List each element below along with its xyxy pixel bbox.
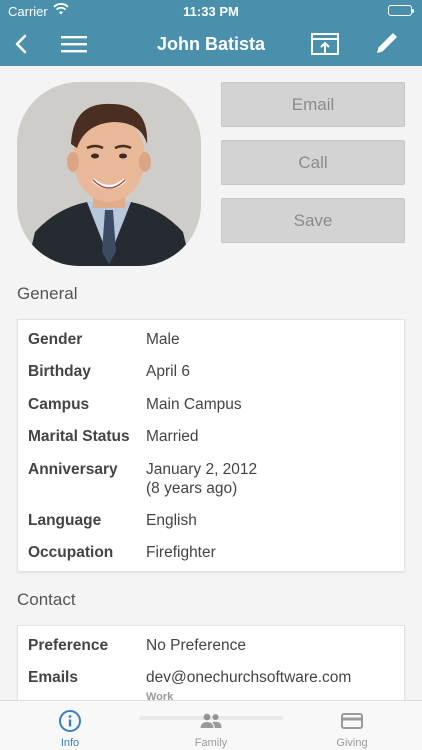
anniversary-label: Anniversary	[28, 461, 118, 478]
share-icon[interactable]	[310, 30, 339, 58]
battery-icon	[388, 5, 414, 16]
preference-value: No Preference	[146, 637, 246, 654]
edit-pencil-icon[interactable]	[372, 30, 400, 58]
call-button[interactable]: Call	[221, 140, 405, 185]
campus-value: Main Campus	[146, 396, 242, 413]
tab-giving[interactable]: Giving	[282, 701, 422, 750]
save-button[interactable]: Save	[221, 198, 405, 243]
anniversary-value: January 2, 2012	[146, 461, 258, 478]
gender-value: Male	[146, 331, 180, 348]
info-icon	[58, 709, 82, 733]
status-bar: Carrier 11:33 PM	[0, 0, 422, 22]
gender-label: Gender	[28, 331, 83, 348]
emails-label: Emails	[28, 669, 78, 686]
birthday-label: Birthday	[28, 363, 91, 380]
language-value: English	[146, 512, 197, 529]
tab-info[interactable]: Info	[0, 701, 140, 750]
navigation-bar: Carrier 11:33 PM John Batista	[0, 0, 422, 66]
contact-actions: Email Call Save	[221, 82, 405, 256]
occupation-label: Occupation	[28, 544, 114, 561]
anniversary-years-ago: (8 years ago)	[146, 480, 238, 497]
page-title: John Batista	[156, 34, 266, 54]
status-time: 11:33 PM	[183, 4, 239, 19]
campus-label: Campus	[28, 396, 90, 413]
tab-family-label: Family	[194, 737, 228, 749]
email-button[interactable]: Email	[221, 82, 405, 127]
home-indicator	[139, 716, 283, 720]
marital-status-value: Married	[146, 428, 199, 445]
profile-photo	[17, 82, 201, 266]
marital-status-label: Marital Status	[28, 428, 130, 445]
general-card: Gender Male Birthday April 6 Campus Main…	[17, 319, 405, 572]
language-label: Language	[28, 512, 102, 529]
credit-card-icon	[340, 709, 364, 733]
contact-section-title: Contact	[17, 590, 76, 609]
preference-label: Preference	[28, 637, 109, 654]
birthday-value: April 6	[146, 363, 190, 380]
tab-giving-label: Giving	[336, 737, 368, 749]
tab-bar: Info Family Giving	[0, 700, 422, 750]
general-section-title: General	[17, 284, 78, 303]
email-value[interactable]: dev@onechurchsoftware.com	[146, 669, 351, 687]
family-icon	[199, 709, 223, 733]
occupation-value: Firefighter	[146, 544, 216, 561]
tab-family[interactable]: Family	[141, 701, 281, 750]
tab-info-label: Info	[60, 737, 80, 749]
